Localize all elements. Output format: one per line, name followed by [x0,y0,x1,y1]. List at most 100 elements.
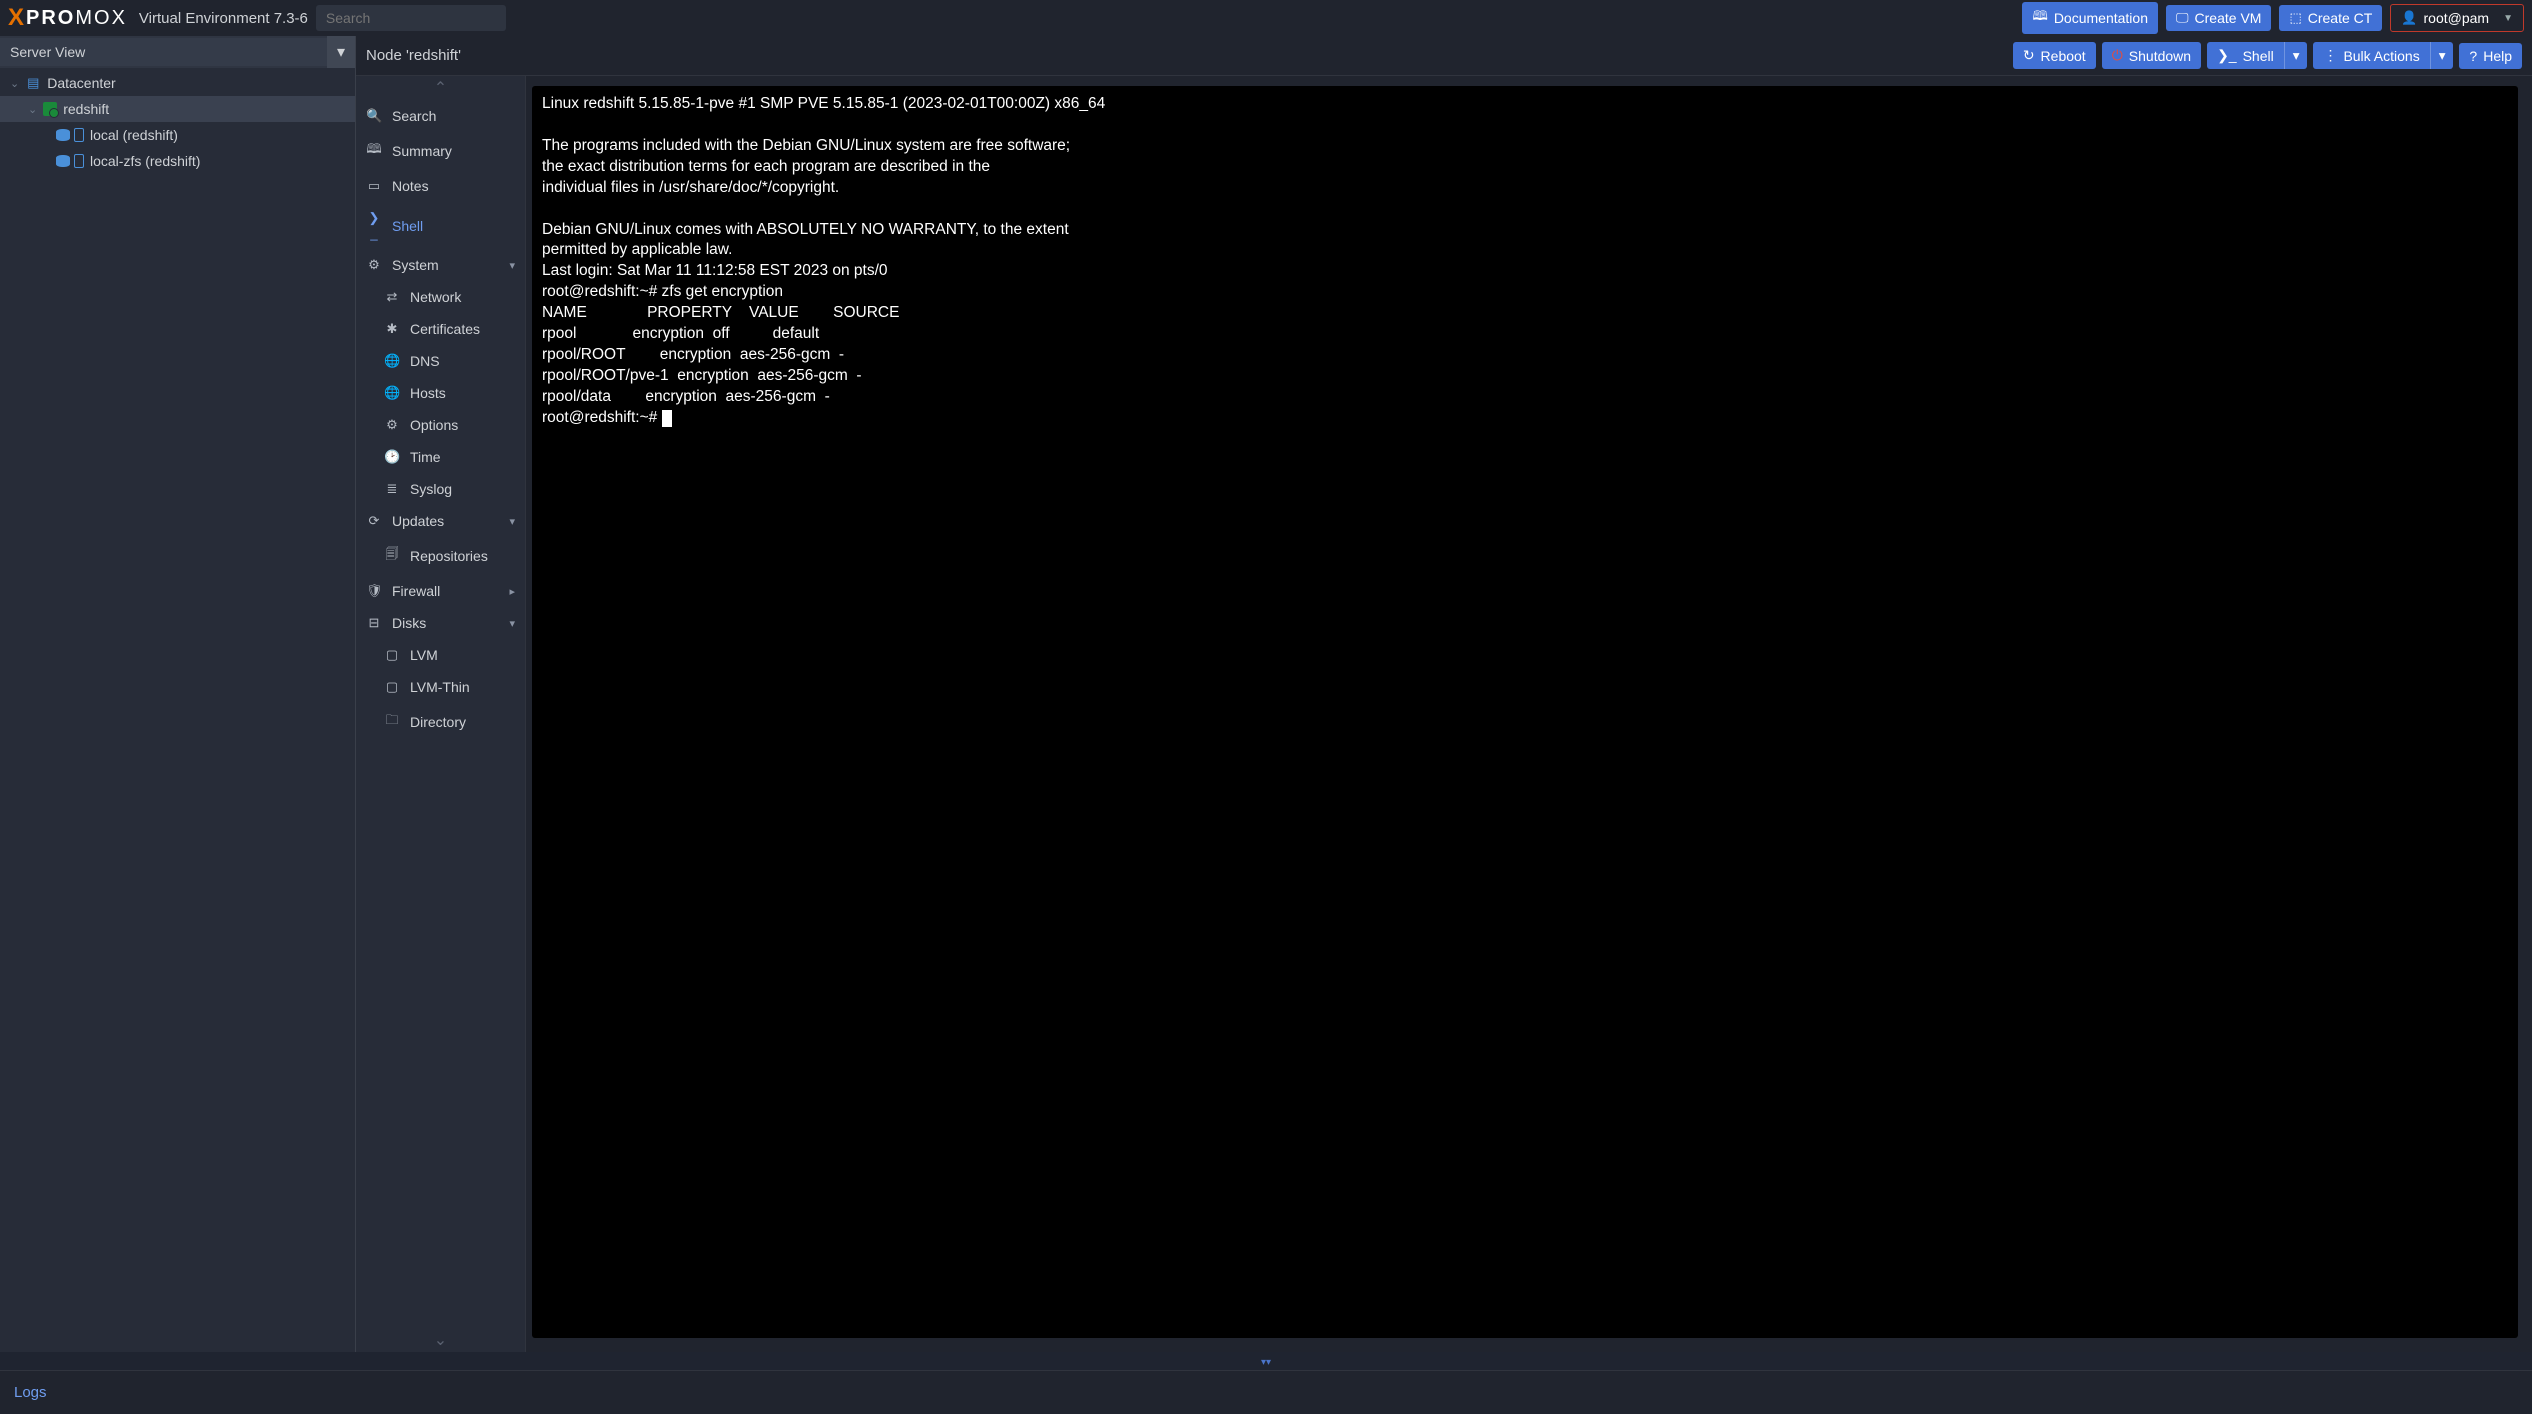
menu-item-system[interactable]: ⚙ System ▾ [356,249,525,281]
menu-item-dns[interactable]: 🌐DNS [356,345,525,377]
menu-item-repositories[interactable]: 🗐Repositories [356,537,525,575]
user-icon: 👤 [2401,10,2417,26]
menu-item-label: LVM-Thin [410,679,470,695]
clock-icon: 🕑 [384,449,400,465]
terminal-line: The programs included with the Debian GN… [542,137,1070,154]
menu-item-label: Firewall [392,583,440,599]
reboot-button[interactable]: ↻Reboot [2013,42,2096,69]
terminal-line: rpool encryption off default [542,325,819,342]
files-icon: 🗐 [384,545,400,567]
tree-body: ⌄ Datacenter ⌄ redshift local (redshift)… [0,68,355,1352]
shutdown-button[interactable]: ⏻ Shutdown [2102,42,2201,69]
terminal-line: Linux redshift 5.15.85-1-pve #1 SMP PVE … [542,95,1105,112]
caret-down-icon: ⌄ [28,103,37,116]
scroll-down-icon[interactable]: ⌄ [356,1328,525,1352]
tree-item-label: local (redshift) [90,127,178,143]
power-icon: ⏻ [2112,47,2123,64]
menu-item-search[interactable]: 🔍 Search [356,100,525,132]
gears-icon: ⚙ [366,257,382,273]
tree-view-select[interactable]: Server View ▾ [0,36,355,68]
database-icon [56,155,70,167]
terminal-line: NAME PROPERTY VALUE SOURCE [542,304,899,321]
node-online-icon [43,102,57,116]
menu-item-shell[interactable]: ❯_Shell [356,202,525,249]
certificate-icon: ✱ [384,321,400,337]
create-vm-button[interactable]: 🖵Create VM [2166,5,2271,31]
terminal-icon: ❯_ [366,210,382,241]
terminal[interactable]: Linux redshift 5.15.85-1-pve #1 SMP PVE … [532,86,2518,1338]
caret-down-icon: ⌄ [10,77,19,90]
scroll-up-icon[interactable]: ⌃ [356,76,525,100]
help-button[interactable]: ?Help [2459,43,2522,69]
menu-item-hosts[interactable]: 🌐Hosts [356,377,525,409]
menu-item-label: Certificates [410,321,480,337]
splitter-handle[interactable]: ▾▾ [1261,1357,1271,1368]
shell-dropdown-button[interactable]: ▾ [2284,42,2308,69]
bulk-actions-button[interactable]: ⋮Bulk Actions [2313,42,2429,69]
menu-item-certificates[interactable]: ✱ Certificates [356,313,525,345]
menu-item-label: Options [410,417,458,433]
menu-item-options[interactable]: ⚙ Options [356,409,525,441]
square-outline-icon: ▢ [384,679,400,695]
menu-item-directory[interactable]: 🗀 Directory [356,703,525,741]
tree-item-node-redshift[interactable]: ⌄ redshift [0,96,355,122]
caret-down-icon: ▾ [509,259,515,272]
tree-item-datacenter[interactable]: ⌄ Datacenter [0,70,355,96]
menu-item-notes[interactable]: ▭Notes [356,170,525,202]
terminal-line: the exact distribution terms for each pr… [542,158,990,175]
monitor-icon: 🖵 [2176,10,2189,26]
chevron-down-icon: ▾ [2293,48,2300,63]
help-icon: ? [2469,48,2477,64]
menu-item-updates[interactable]: ⟳Updates▾ [356,505,525,537]
disk-icon [74,154,84,168]
menu-item-label: Directory [410,714,466,730]
menu-item-label: Notes [392,178,429,194]
menu-item-label: Disks [392,615,426,631]
menu-item-network[interactable]: ⇄Network [356,281,525,313]
logs-link[interactable]: Logs [14,1384,47,1401]
shell-button[interactable]: ❯_Shell [2207,42,2284,69]
menu-item-label: LVM [410,647,438,663]
shutdown-label: Shutdown [2129,48,2191,64]
hdd-icon: ⊟ [366,615,382,631]
caret-right-icon: ▸ [509,585,515,598]
terminal-line: root@redshift:~# zfs get encryption [542,283,783,300]
bulk-actions-dropdown-button[interactable]: ▾ [2430,42,2454,69]
menu-item-time[interactable]: 🕑 Time [356,441,525,473]
menu-item-label: System [392,257,439,273]
menu-item-label: Search [392,108,436,124]
menu-item-summary[interactable]: 🕮Summary [356,132,525,170]
create-ct-button[interactable]: ⬚Create CT [2279,5,2382,31]
tree-item-storage-local[interactable]: local (redshift) [0,122,355,148]
chevron-down-icon[interactable]: ▾ [327,36,355,68]
tree-view-label: Server View [0,38,327,66]
folder-icon: 🗀 [384,711,400,733]
search-input[interactable] [316,5,506,31]
book-icon: 🕮 [2032,7,2047,29]
menu-item-disks[interactable]: ⊟Disks▾ [356,607,525,639]
page-title: Node 'redshift' [366,47,461,64]
documentation-button[interactable]: 🕮Documentation [2022,2,2158,34]
shield-icon: 🛡 [366,583,382,599]
menu-item-lvm[interactable]: ▢LVM [356,639,525,671]
terminal-line: Last login: Sat Mar 11 11:12:58 EST 2023… [542,262,888,279]
logo: X PROMOX [8,4,127,32]
logo-x-icon: X [8,4,22,32]
menu-item-syslog[interactable]: ≣Syslog [356,473,525,505]
tree-panel: Server View ▾ ⌄ Datacenter ⌄ redshift lo… [0,36,356,1352]
gear-icon: ⚙ [384,417,400,433]
menu-item-firewall[interactable]: 🛡 Firewall ▸ [356,575,525,607]
user-button[interactable]: 👤root@pam▼ [2390,4,2524,32]
content-subheader: Node 'redshift' ↻Reboot ⏻ Shutdown ❯_Shel… [356,36,2532,76]
menu-item-label: Time [410,449,441,465]
top-header: X PROMOX Virtual Environment 7.3-6 🕮Docu… [0,0,2532,36]
menu-item-lvm-thin[interactable]: ▢ LVM-Thin [356,671,525,703]
terminal-line: Debian GNU/Linux comes with ABSOLUTELY N… [542,221,1069,238]
database-icon [56,129,70,141]
caret-down-icon: ▾ [509,515,515,528]
search-icon: 🔍 [366,108,382,124]
footer: Logs [0,1370,2532,1414]
logo-text: PROMOX [26,7,127,30]
tree-item-storage-local-zfs[interactable]: local-zfs (redshift) [0,148,355,174]
reboot-label: Reboot [2041,48,2086,64]
